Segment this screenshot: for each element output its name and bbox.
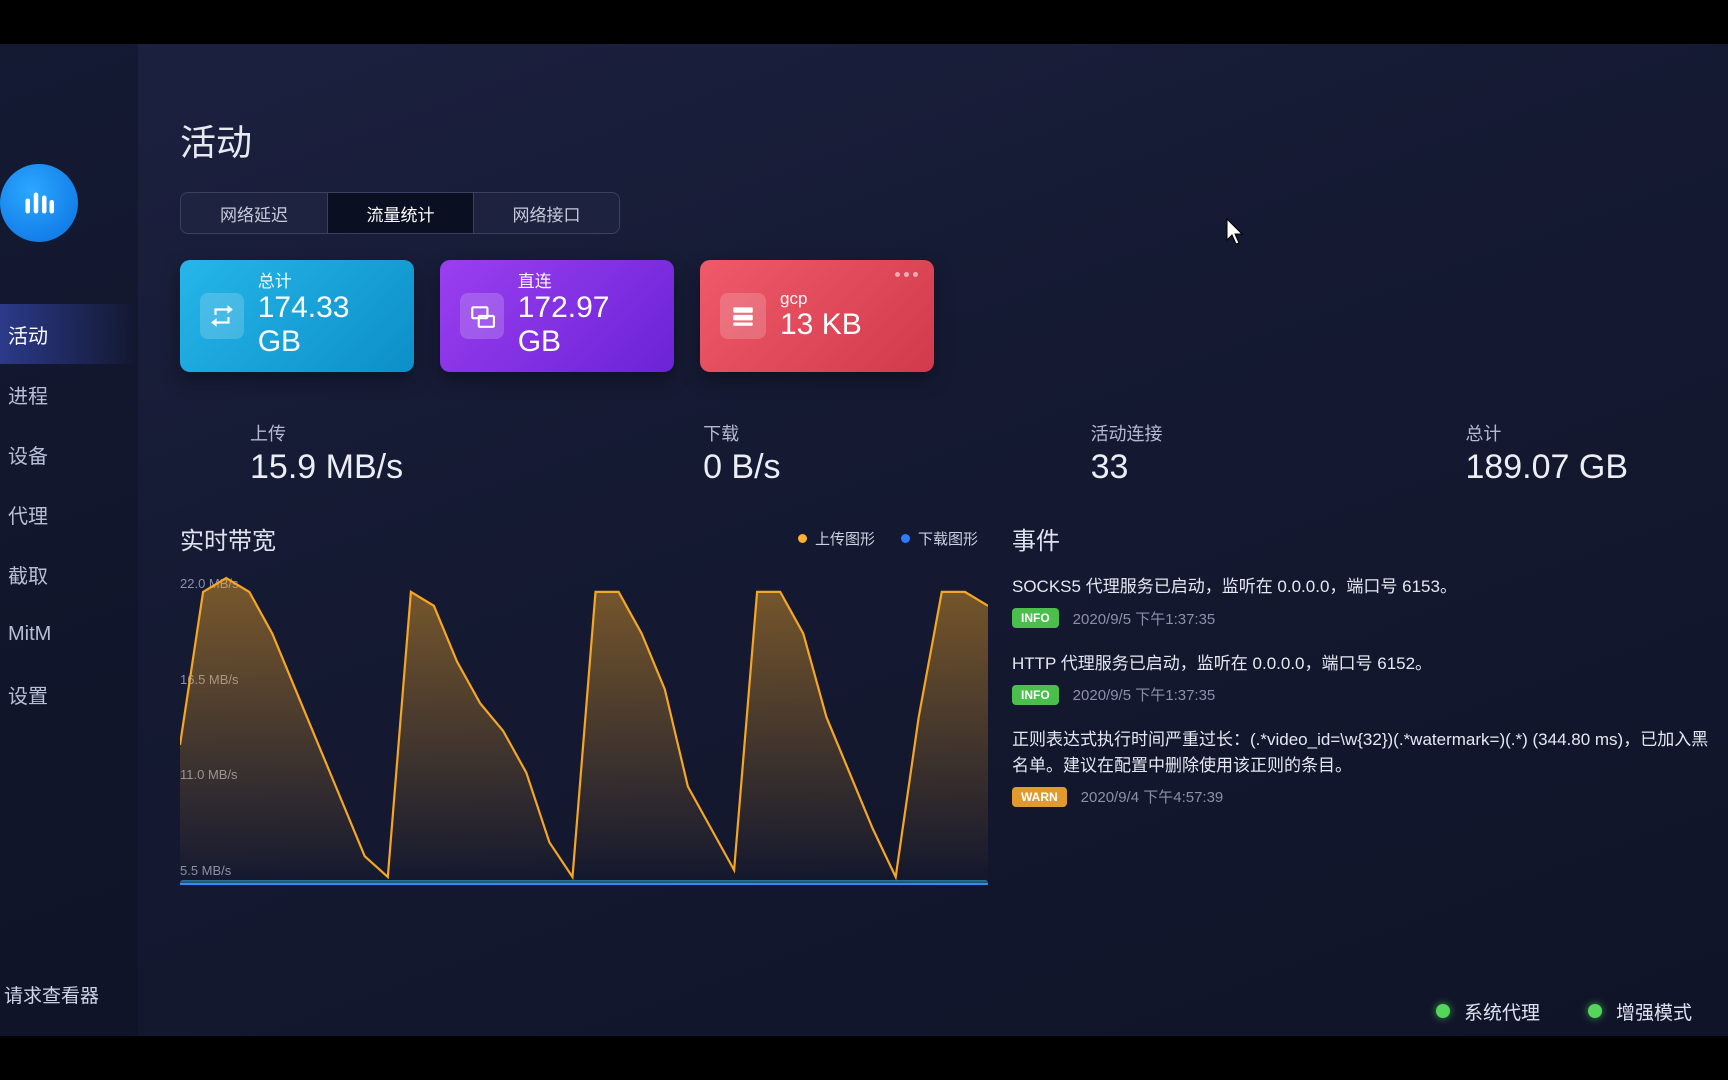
chart-title: 实时带宽 xyxy=(180,521,276,556)
page-title: 活动 xyxy=(180,114,1728,166)
event-level-badge: INFO xyxy=(1012,608,1059,628)
legend-upload-label: 上传图形 xyxy=(815,528,875,549)
card-gcp[interactable]: gcp13 KB xyxy=(700,260,934,372)
stat-upload-label: 上传 xyxy=(250,420,403,446)
tab-0[interactable]: 网络延迟 xyxy=(181,193,327,233)
stat-total-value: 189.07 GB xyxy=(1465,448,1628,487)
status-dot-icon xyxy=(1588,1004,1602,1018)
event-message: 正则表达式执行时间严重过长：(.*video_id=\w{32})(.*wate… xyxy=(1012,727,1716,778)
card-total[interactable]: 总计174.33 GB xyxy=(180,260,414,372)
card-value: 174.33 GB xyxy=(258,291,394,359)
sidebar-item-1[interactable]: 进程 xyxy=(0,364,138,424)
gcp-icon xyxy=(720,293,766,339)
tab-1[interactable]: 流量统计 xyxy=(327,193,473,233)
sidebar-item-0[interactable]: 活动 xyxy=(0,304,138,364)
legend-dot-upload xyxy=(798,534,807,543)
card-row: 总计174.33 GB直连172.97 GBgcp13 KB xyxy=(180,260,1728,372)
sidebar-item-2[interactable]: 设备 xyxy=(0,424,138,484)
stat-active-value: 33 xyxy=(1091,448,1163,487)
stat-download: 下载 0 B/s xyxy=(703,420,780,487)
event-item: SOCKS5 代理服务已启动，监听在 0.0.0.0，端口号 6153。 INFO… xyxy=(1012,574,1716,629)
stat-active-label: 活动连接 xyxy=(1091,420,1163,446)
chart-legend: 上传图形 下载图形 xyxy=(798,528,978,549)
event-message: SOCKS5 代理服务已启动，监听在 0.0.0.0，端口号 6153。 xyxy=(1012,574,1716,600)
stat-total-label: 总计 xyxy=(1465,420,1628,446)
status-enhanced-label: 增强模式 xyxy=(1616,998,1692,1025)
events-panel: 事件 SOCKS5 代理服务已启动，监听在 0.0.0.0，端口号 6153。 I… xyxy=(1012,521,1728,914)
status-dot-icon xyxy=(1436,1004,1450,1018)
legend-dot-download xyxy=(901,534,910,543)
stat-download-label: 下载 xyxy=(703,420,780,446)
chart-baseline-glow xyxy=(180,880,988,886)
event-time: 2020/9/5 下午1:37:35 xyxy=(1073,684,1216,705)
event-time: 2020/9/5 下午1:37:35 xyxy=(1073,608,1216,629)
event-level-badge: WARN xyxy=(1012,787,1067,807)
stat-active-connections: 活动连接 33 xyxy=(1091,420,1163,487)
sidebar-item-4[interactable]: 截取 xyxy=(0,544,138,604)
status-enhanced-mode[interactable]: 增强模式 xyxy=(1588,998,1692,1025)
app-logo xyxy=(0,164,78,242)
stat-upload: 上传 15.9 MB/s xyxy=(250,420,403,487)
event-item: HTTP 代理服务已启动，监听在 0.0.0.0，端口号 6152。 INFO 20… xyxy=(1012,651,1716,706)
events-title: 事件 xyxy=(1012,521,1716,556)
direct-icon xyxy=(460,293,504,339)
stat-download-value: 0 B/s xyxy=(703,448,780,487)
event-time: 2020/9/4 下午4:57:39 xyxy=(1081,786,1224,807)
status-bar: 系统代理 增强模式 xyxy=(138,986,1728,1036)
sidebar-item-3[interactable]: 代理 xyxy=(0,484,138,544)
status-system-proxy[interactable]: 系统代理 xyxy=(1436,998,1540,1025)
tab-bar: 网络延迟流量统计网络接口 xyxy=(180,192,620,234)
sidebar-item-6[interactable]: 设置 xyxy=(0,664,138,724)
card-label: 直连 xyxy=(518,273,654,292)
card-label: 总计 xyxy=(258,273,394,292)
sidebar-item-5[interactable]: MitM xyxy=(0,604,138,664)
tab-2[interactable]: 网络接口 xyxy=(473,193,619,233)
stat-upload-value: 15.9 MB/s xyxy=(250,448,403,487)
card-value: 13 KB xyxy=(780,308,862,342)
chart-panel: 实时带宽 上传图形 下载图形 22.0 MB/s16.5 MB/s11.0 MB… xyxy=(180,521,988,914)
legend-download-label: 下载图形 xyxy=(918,528,978,549)
sidebar-footer-request-viewer[interactable]: 请求查看器 xyxy=(0,981,138,1036)
total-icon xyxy=(200,293,244,339)
main: 活动 网络延迟流量统计网络接口 总计174.33 GB直连172.97 GBgc… xyxy=(138,44,1728,1036)
stat-total: 总计 189.07 GB xyxy=(1465,420,1628,487)
event-message: HTTP 代理服务已启动，监听在 0.0.0.0，端口号 6152。 xyxy=(1012,651,1716,677)
status-system-proxy-label: 系统代理 xyxy=(1464,998,1540,1025)
card-menu-icon[interactable] xyxy=(895,272,918,277)
event-level-badge: INFO xyxy=(1012,685,1059,705)
event-item: 正则表达式执行时间严重过长：(.*video_id=\w{32})(.*wate… xyxy=(1012,727,1716,807)
cursor-icon xyxy=(1226,218,1244,246)
card-label: gcp xyxy=(780,290,862,309)
card-direct[interactable]: 直连172.97 GB xyxy=(440,260,674,372)
card-value: 172.97 GB xyxy=(518,291,654,359)
